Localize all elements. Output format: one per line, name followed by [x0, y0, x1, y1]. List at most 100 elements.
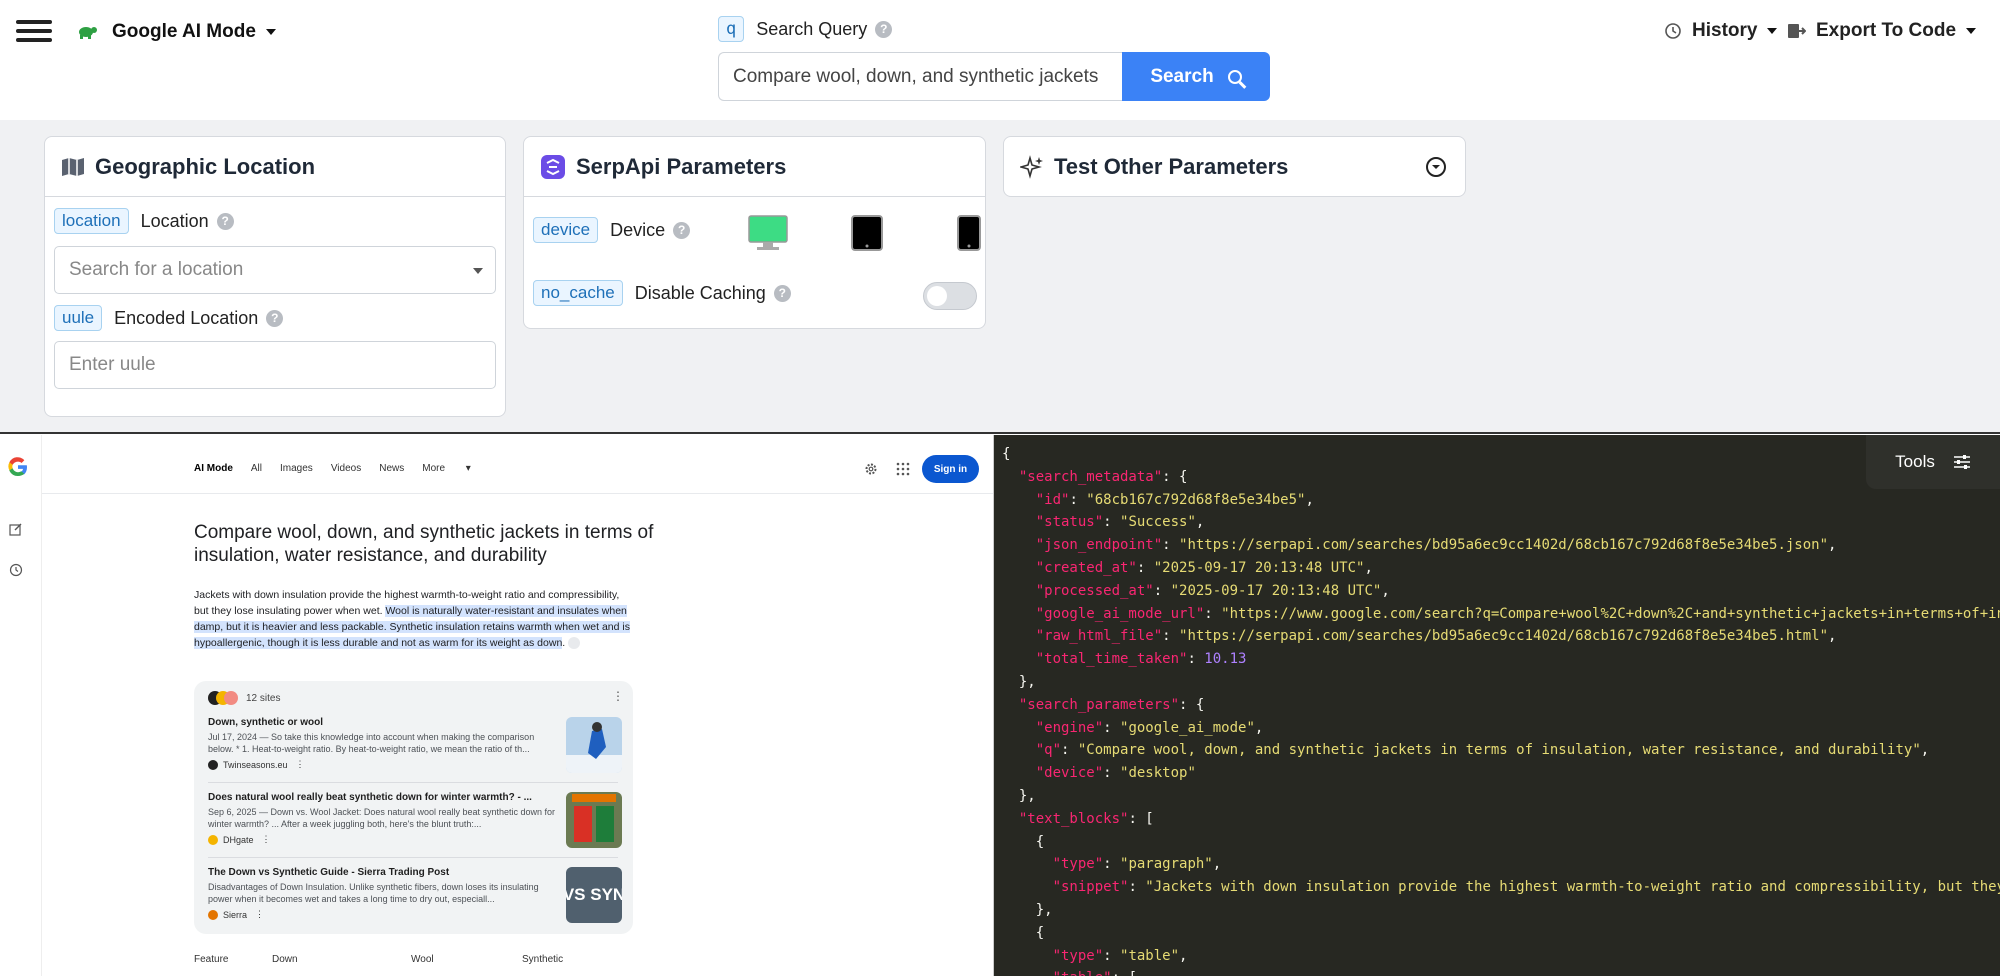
source-item[interactable]: Does natural wool really beat synthetic …	[208, 792, 622, 848]
tools-button[interactable]: Tools	[1866, 435, 2000, 489]
device-param-badge: device	[533, 217, 599, 243]
json-response-panel[interactable]: { "search_metadata": { "id": "68cb167c79…	[994, 435, 2000, 976]
engine-select[interactable]: Google AI Mode	[76, 18, 276, 46]
help-icon[interactable]: ?	[216, 212, 234, 230]
json-key: "google_ai_mode_url"	[1035, 605, 1205, 622]
uule-param-badge: uule	[54, 305, 103, 331]
uule-param-row: uule Encoded Location ?	[54, 305, 284, 331]
source-thumbnail-image	[566, 717, 622, 773]
hamburger-menu-icon[interactable]	[16, 20, 52, 44]
no-cache-label: Disable Caching	[634, 282, 766, 303]
more-options-icon[interactable]: ⋮	[612, 689, 624, 703]
source-site: DHgate ⋮	[208, 834, 618, 845]
table-header-feature: Feature	[194, 954, 229, 965]
json-punctuation: : {	[1179, 696, 1205, 713]
engine-select-label: Google AI Mode	[112, 21, 256, 42]
table-header-synthetic: Synthetic	[522, 954, 564, 965]
json-punctuation: ,	[1179, 947, 1188, 964]
location-placeholder: Search for a location	[69, 259, 244, 280]
source-site: Sierra ⋮	[208, 909, 618, 920]
expand-circle-icon[interactable]	[1425, 156, 1447, 178]
favicon-icon	[208, 909, 218, 920]
more-options-icon[interactable]: ⋮	[262, 834, 271, 845]
settings-gear-icon[interactable]	[864, 462, 878, 476]
json-line: "engine": "google_ai_mode",	[1035, 719, 1264, 736]
card-title: Geographic Location	[95, 153, 316, 179]
tablet-device-icon[interactable]	[850, 214, 884, 252]
more-options-icon[interactable]: ⋮	[255, 909, 264, 920]
json-key: "snippet"	[1052, 879, 1129, 896]
search-query-input[interactable]	[718, 52, 1123, 101]
history-menu[interactable]: History	[1664, 20, 1778, 42]
json-line: "created_at": "2025-09-17 20:13:48 UTC",	[1035, 559, 1373, 576]
apps-grid-icon[interactable]	[896, 462, 910, 476]
sparkle-icon	[1020, 155, 1043, 179]
json-string-value: "https://www.google.com/search?q=Compare…	[1221, 605, 2000, 622]
tab-videos[interactable]: Videos	[331, 463, 361, 474]
json-key: "status"	[1035, 514, 1104, 531]
link-icon[interactable]	[568, 637, 581, 650]
help-icon[interactable]: ?	[266, 309, 284, 327]
html-preview-panel: AI Mode All Images Videos News More ▾ Si…	[0, 435, 994, 976]
json-key: "engine"	[1035, 719, 1104, 736]
table-header-wool: Wool	[411, 954, 434, 965]
search-button-label: Search	[1150, 65, 1214, 87]
device-param-row: device Device ?	[533, 217, 691, 243]
export-menu[interactable]: Export To Code	[1786, 20, 1977, 42]
divider	[208, 857, 618, 858]
source-item[interactable]: Down, synthetic or wool Jul 17, 2024 — S…	[208, 717, 622, 773]
help-icon[interactable]: ?	[673, 221, 691, 239]
chevron-down-icon	[265, 29, 276, 35]
json-string-value: "paragraph"	[1120, 856, 1213, 873]
json-line: "type": "table",	[1052, 947, 1188, 964]
json-line: "search_metadata": {	[1002, 466, 2000, 489]
google-logo-icon[interactable]	[6, 455, 30, 479]
json-punctuation: {	[1002, 446, 1011, 462]
tab-news[interactable]: News	[379, 463, 404, 474]
source-site-name: Twinseasons.eu	[223, 759, 288, 770]
json-string-value: "Compare wool, down, and synthetic jacke…	[1077, 742, 1921, 759]
json-line: {	[1002, 831, 2000, 854]
uule-input[interactable]: Enter uule	[54, 341, 496, 389]
disable-caching-toggle[interactable]	[923, 282, 977, 310]
source-thumbnail-image	[566, 792, 622, 848]
json-line: "status": "Success",	[1035, 514, 1205, 531]
help-icon[interactable]: ?	[773, 284, 791, 302]
test-other-parameters-card[interactable]: Test Other Parameters	[1003, 136, 1466, 197]
mobile-device-icon[interactable]	[956, 214, 982, 252]
new-chat-icon[interactable]	[9, 522, 23, 536]
top-bar: Google AI Mode q Search Query ? Search H…	[0, 0, 2000, 120]
json-string-value: "https://serpapi.com/searches/bd95a6ec9c…	[1179, 537, 1829, 554]
tab-more[interactable]: More ▾	[422, 463, 471, 474]
json-line: "total_time_taken": 10.13	[1035, 651, 1247, 668]
preview-sidebar	[0, 435, 42, 976]
desktop-device-icon[interactable]	[747, 214, 789, 252]
json-key: "created_at"	[1035, 559, 1137, 576]
source-title: Does natural wool really beat synthetic …	[208, 792, 532, 803]
search-button[interactable]: Search	[1122, 52, 1270, 101]
json-punctuation: ,	[1828, 628, 1837, 645]
source-title: The Down vs Synthetic Guide - Sierra Tra…	[208, 867, 450, 878]
parameters-area: Geographic Location location Location ? …	[0, 120, 2000, 434]
sites-count[interactable]: 12 sites	[246, 693, 280, 704]
json-string-value: "google_ai_mode"	[1120, 719, 1255, 736]
more-options-icon[interactable]: ⋮	[296, 759, 305, 770]
query-label-row: q Search Query ?	[718, 16, 893, 42]
card-title: Test Other Parameters	[1054, 154, 1289, 179]
json-punctuation: : [	[1128, 810, 1154, 827]
tab-images[interactable]: Images	[280, 463, 313, 474]
history-icon[interactable]	[9, 563, 23, 577]
json-key: "search_metadata"	[1018, 468, 1163, 485]
chevron-down-icon	[1767, 28, 1778, 34]
tab-all[interactable]: All	[251, 463, 262, 474]
location-search-select[interactable]: Search for a location	[54, 246, 496, 294]
sign-in-button[interactable]: Sign in	[922, 455, 979, 483]
source-item[interactable]: The Down vs Synthetic Guide - Sierra Tra…	[208, 867, 622, 923]
help-icon[interactable]: ?	[875, 20, 893, 38]
tab-ai-mode[interactable]: AI Mode	[194, 463, 233, 474]
chevron-down-icon	[1966, 28, 1977, 34]
source-title: Down, synthetic or wool	[208, 717, 324, 728]
serpapi-logo-icon	[541, 154, 565, 179]
history-label: History	[1692, 20, 1758, 41]
json-punctuation: ,	[1254, 719, 1264, 736]
